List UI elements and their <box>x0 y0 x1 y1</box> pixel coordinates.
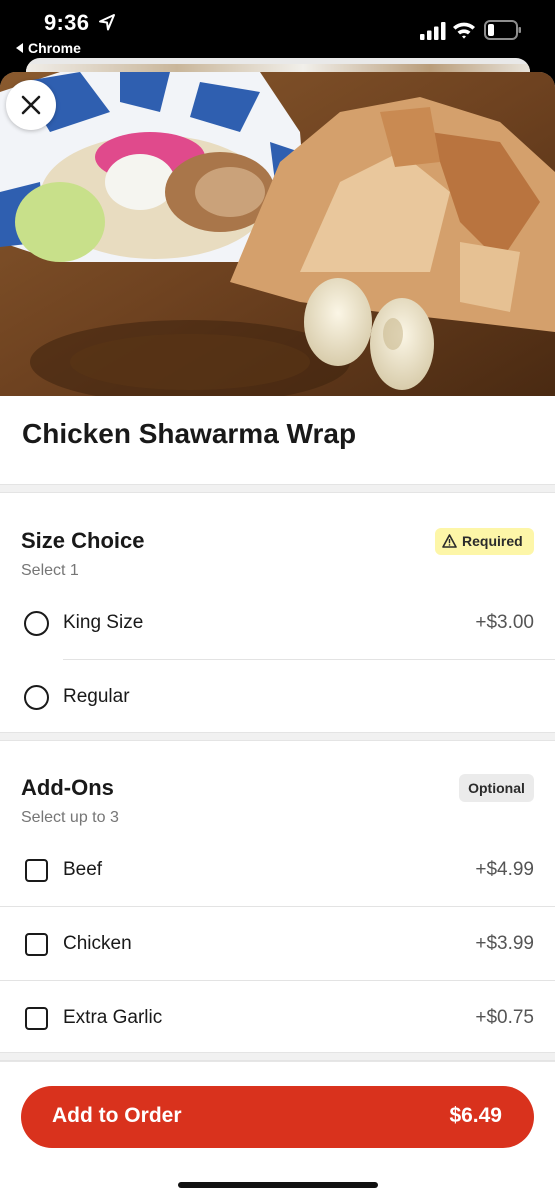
back-triangle-icon <box>16 43 23 53</box>
addon-option-beef[interactable]: Beef +$4.99 <box>0 833 555 907</box>
size-choice-subtitle: Select 1 <box>21 562 79 579</box>
required-badge-label: Required <box>462 533 523 549</box>
add-ons-subtitle: Select up to 3 <box>21 809 119 826</box>
radio-button[interactable] <box>24 611 49 636</box>
warning-icon <box>442 534 457 548</box>
order-footer: Add to Order $6.49 <box>0 1061 555 1200</box>
cellular-signal-icon <box>420 22 446 40</box>
add-to-order-label: Add to Order <box>52 1104 182 1127</box>
location-arrow-icon <box>99 14 115 31</box>
battery-icon <box>484 20 521 40</box>
addon-option-chicken[interactable]: Chicken +$3.99 <box>0 907 555 981</box>
wifi-icon <box>453 22 475 39</box>
item-title: Chicken Shawarma Wrap <box>22 418 357 449</box>
addon-option-extra-garlic[interactable]: Extra Garlic +$0.75 <box>0 981 555 1055</box>
checkbox[interactable] <box>25 859 48 882</box>
status-bar: 9:36 Chrome <box>0 0 555 62</box>
status-time: 9:36 <box>44 10 90 35</box>
radio-button[interactable] <box>24 685 49 710</box>
optional-badge: Optional <box>459 774 534 802</box>
add-ons-title: Add-Ons <box>21 775 114 800</box>
section-divider <box>0 1052 555 1061</box>
item-detail-sheet: Chicken Shawarma Wrap Size Choice Requir… <box>0 72 555 1200</box>
size-option-regular[interactable]: Regular <box>0 660 555 734</box>
add-to-order-button[interactable]: Add to Order $6.49 <box>21 1086 534 1148</box>
option-price: +$3.00 <box>475 612 534 633</box>
option-label: Beef <box>63 859 103 880</box>
close-icon <box>21 95 41 115</box>
section-divider <box>0 484 555 493</box>
section-divider <box>0 732 555 741</box>
item-photo <box>0 72 555 396</box>
size-option-king[interactable]: King Size +$3.00 <box>0 586 555 660</box>
required-badge: Required <box>435 528 534 555</box>
close-button[interactable] <box>6 80 56 130</box>
option-price: +$4.99 <box>475 859 534 880</box>
checkbox[interactable] <box>25 1007 48 1030</box>
checkbox[interactable] <box>25 933 48 956</box>
option-label: King Size <box>63 612 144 633</box>
size-choice-title: Size Choice <box>21 528 145 553</box>
option-label: Regular <box>63 686 130 707</box>
option-price: +$0.75 <box>475 1007 534 1028</box>
order-total-price: $6.49 <box>449 1104 502 1127</box>
back-to-app-link[interactable]: Chrome <box>16 40 81 56</box>
home-indicator[interactable] <box>178 1182 378 1188</box>
back-app-label: Chrome <box>28 40 81 56</box>
option-price: +$3.99 <box>475 933 534 954</box>
option-label: Extra Garlic <box>63 1007 163 1028</box>
option-label: Chicken <box>63 933 132 954</box>
